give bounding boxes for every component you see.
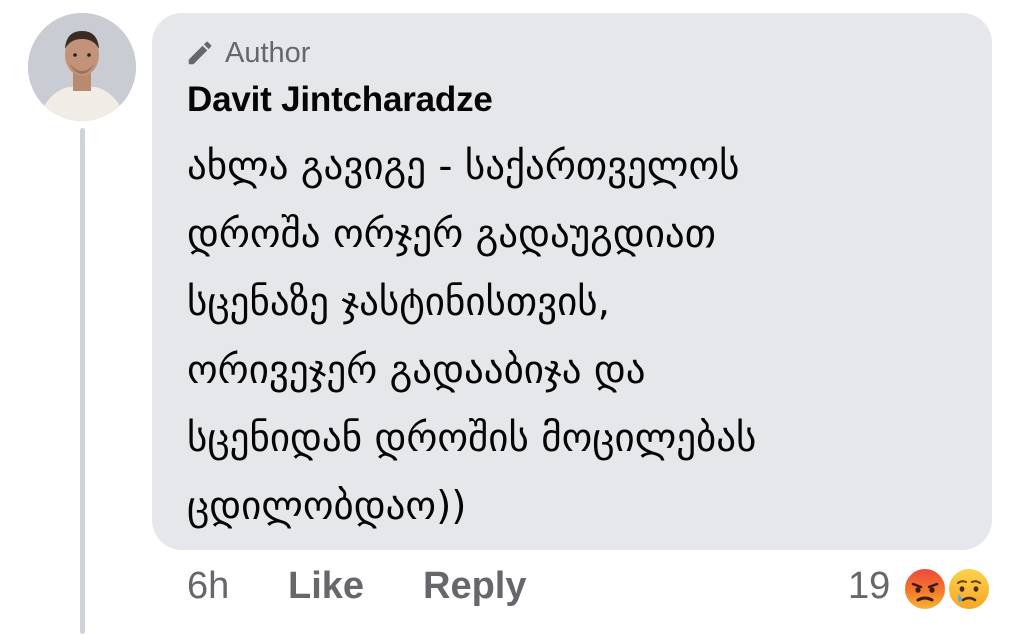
- comment-text-line: სცენაზე ჯასტინისთვის,: [187, 280, 611, 325]
- comment-text-line: ორივეჯერ გადააბიჯა და: [187, 348, 646, 393]
- comment-text: ახლა გავიგე - საქართველოს დროშა ორჯერ გა…: [187, 133, 967, 541]
- comment-screen: Author Davit Jintcharadze ახლა გავიგე - …: [0, 0, 1024, 634]
- sad-emoji-icon: [946, 566, 992, 612]
- like-button[interactable]: Like: [288, 565, 364, 615]
- pencil-icon: [185, 38, 215, 68]
- avatar-photo: [28, 13, 136, 121]
- reaction-count[interactable]: 19: [848, 565, 890, 608]
- reply-button[interactable]: Reply: [423, 565, 526, 615]
- comment-text-line: სცენიდან დროშის მოცილებას: [187, 416, 757, 461]
- angry-emoji-icon: [902, 566, 948, 612]
- author-badge-label: Author: [225, 36, 311, 69]
- comment-text-line: ახლა გავიგე - საქართველოს: [187, 144, 740, 189]
- author-badge: Author: [185, 34, 310, 72]
- reactions-summary[interactable]: [902, 566, 998, 612]
- timestamp[interactable]: 6h: [187, 565, 229, 615]
- thread-line: [80, 128, 85, 634]
- comment-text-line: ცდილობდაო)): [187, 484, 467, 529]
- author-name[interactable]: Davit Jintcharadze: [187, 80, 493, 120]
- comment-text-line: დროშა ორჯერ გადაუგდიათ: [187, 212, 716, 257]
- avatar[interactable]: [28, 13, 136, 121]
